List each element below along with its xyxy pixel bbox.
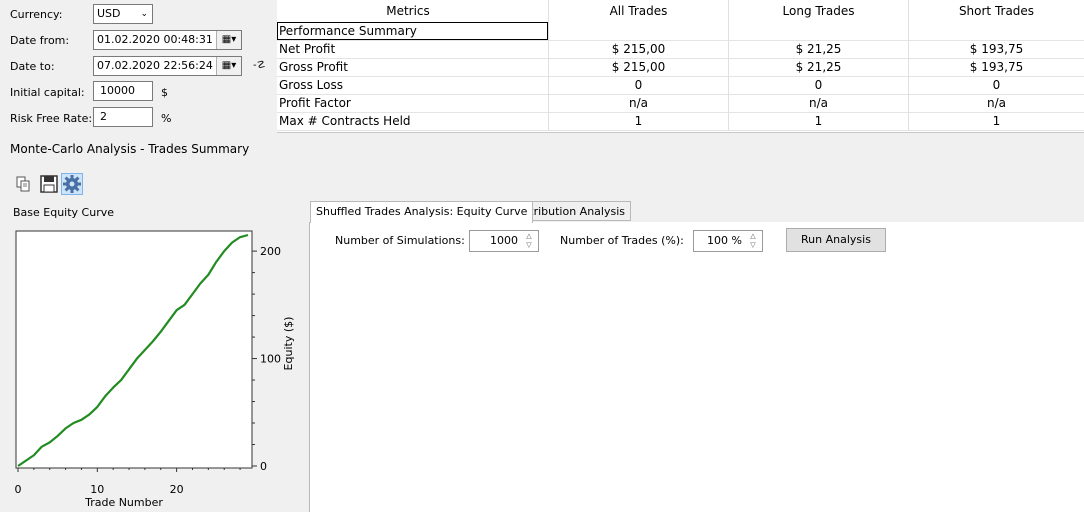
plot-area (15, 230, 253, 469)
monte-carlo-title: Monte-Carlo Analysis - Trades Summary (10, 142, 250, 156)
initial-capital-input[interactable]: 10000 (93, 81, 153, 101)
initial-capital-label: Initial capital: (10, 86, 85, 99)
settings-panel: Currency: USD ⌄ Date from: 01.02.2020 00… (0, 0, 276, 130)
column-header-all-trades[interactable]: All Trades (548, 0, 728, 22)
short-trades-value[interactable] (908, 22, 1084, 40)
copy-icon[interactable] (14, 173, 36, 195)
table-row[interactable]: Gross Profit $ 215,00 $ 21,25 $ 193,75 (277, 58, 1084, 77)
long-trades-value[interactable]: n/a (728, 94, 908, 112)
metric-name[interactable]: Profit Factor (277, 94, 548, 112)
all-trades-value[interactable]: 1 (548, 112, 728, 130)
simulations-value: 1000 (490, 234, 518, 247)
currency-select-value: USD (97, 7, 121, 20)
column-header-metrics[interactable]: Metrics (277, 0, 537, 22)
spin-arrows-icon[interactable]: △ ▽ (523, 232, 535, 250)
spin-arrows-icon[interactable]: △ ▽ (747, 232, 759, 250)
table-row[interactable]: Profit Factor n/a n/a n/a (277, 94, 1084, 113)
trades-percent-value: 100 % (707, 234, 742, 247)
date-to-label: Date to: (10, 60, 55, 73)
table-row[interactable]: Gross Loss 0 0 0 (277, 76, 1084, 95)
simulations-stepper[interactable]: 1000 △ ▽ (469, 230, 539, 252)
simulations-label: Number of Simulations: (335, 234, 465, 247)
x-tick-label: 10 (90, 483, 104, 496)
tab-equity-curve[interactable]: Shuffled Trades Analysis: Equity Curve (310, 201, 534, 223)
table-row[interactable]: Max # Contracts Held 1 1 1 (277, 112, 1084, 131)
all-trades-value[interactable]: 0 (548, 76, 728, 94)
date-to-value: 07.02.2020 22:56:24 (97, 59, 213, 72)
save-icon[interactable] (38, 173, 60, 195)
long-trades-value[interactable] (728, 22, 908, 40)
date-to-field[interactable]: 07.02.2020 22:56:24 ▦▾ (93, 56, 242, 76)
risk-free-label: Risk Free Rate: (10, 112, 93, 125)
y-tick-label: 0 (260, 460, 267, 473)
currency-label: Currency: (10, 8, 63, 21)
metric-name[interactable]: Gross Profit (277, 58, 548, 76)
chevron-down-icon: ⌄ (140, 9, 148, 19)
long-trades-value[interactable]: $ 21,25 (728, 58, 908, 76)
risk-free-input[interactable]: 2 (93, 107, 153, 127)
short-trades-value[interactable]: $ 193,75 (908, 58, 1084, 76)
metric-name[interactable]: Net Profit (277, 40, 548, 58)
short-trades-value[interactable]: 0 (908, 76, 1084, 94)
y-tick-label: 100 (260, 353, 281, 366)
long-trades-value[interactable]: $ 21,25 (728, 40, 908, 58)
currency-select[interactable]: USD ⌄ (93, 4, 153, 24)
x-tick-label: 20 (170, 483, 184, 496)
run-analysis-button[interactable]: Run Analysis (786, 228, 886, 252)
all-trades-value[interactable]: $ 215,00 (548, 58, 728, 76)
date-from-field[interactable]: 01.02.2020 00:48:31 ▦▾ (93, 30, 242, 50)
column-header-short-trades[interactable]: Short Trades (908, 0, 1084, 22)
calendar-dropdown-icon[interactable]: ▦▾ (216, 31, 241, 49)
tab-content-panel: Number of Simulations: 1000 △ ▽ Number of… (309, 222, 1084, 512)
short-trades-value[interactable]: n/a (908, 94, 1084, 112)
table-row[interactable]: Net Profit $ 215,00 $ 21,25 $ 193,75 (277, 40, 1084, 59)
all-trades-value[interactable]: n/a (548, 94, 728, 112)
short-trades-value[interactable]: 1 (908, 112, 1084, 130)
long-trades-value[interactable]: 0 (728, 76, 908, 94)
all-trades-value[interactable]: $ 215,00 (548, 40, 728, 58)
all-trades-value[interactable] (548, 22, 728, 40)
long-trades-value[interactable]: 1 (728, 112, 908, 130)
date-from-value: 01.02.2020 00:48:31 (97, 33, 213, 46)
x-tick-label: 0 (15, 483, 22, 496)
risk-free-unit: % (161, 112, 172, 125)
metric-name[interactable]: Gross Loss (277, 76, 548, 94)
table-row[interactable]: Performance Summary (277, 22, 1084, 41)
pin-icon[interactable]: -☡ (253, 60, 266, 71)
trades-percent-stepper[interactable]: 100 % △ ▽ (693, 230, 763, 252)
analysis-tabs: Shuffled Trades Analysis: Equity Curve D… (310, 201, 1084, 223)
trades-percent-label: Number of Trades (%): (560, 234, 684, 247)
initial-capital-unit: $ (161, 86, 168, 99)
short-trades-value[interactable]: $ 193,75 (908, 40, 1084, 58)
metric-name[interactable]: Performance Summary (277, 22, 548, 40)
metrics-header-row: Metrics All Trades Long Trades Short Tra… (277, 0, 1084, 22)
column-header-long-trades[interactable]: Long Trades (728, 0, 908, 22)
y-tick-label: 200 (260, 245, 281, 258)
x-axis-label: Trade Number (84, 496, 163, 509)
equity-chart: 0 100 200 0 10 20 Trade Number Equity ($) (15, 230, 295, 509)
metrics-table: Metrics All Trades Long Trades Short Tra… (277, 0, 1084, 133)
settings-gear-icon[interactable] (61, 173, 83, 195)
y-axis-label: Equity ($) (282, 317, 295, 371)
date-from-label: Date from: (10, 34, 70, 47)
calendar-dropdown-icon[interactable]: ▦▾ (216, 57, 241, 75)
chart-title: Base Equity Curve (13, 206, 115, 219)
metric-name[interactable]: Max # Contracts Held (277, 112, 548, 130)
